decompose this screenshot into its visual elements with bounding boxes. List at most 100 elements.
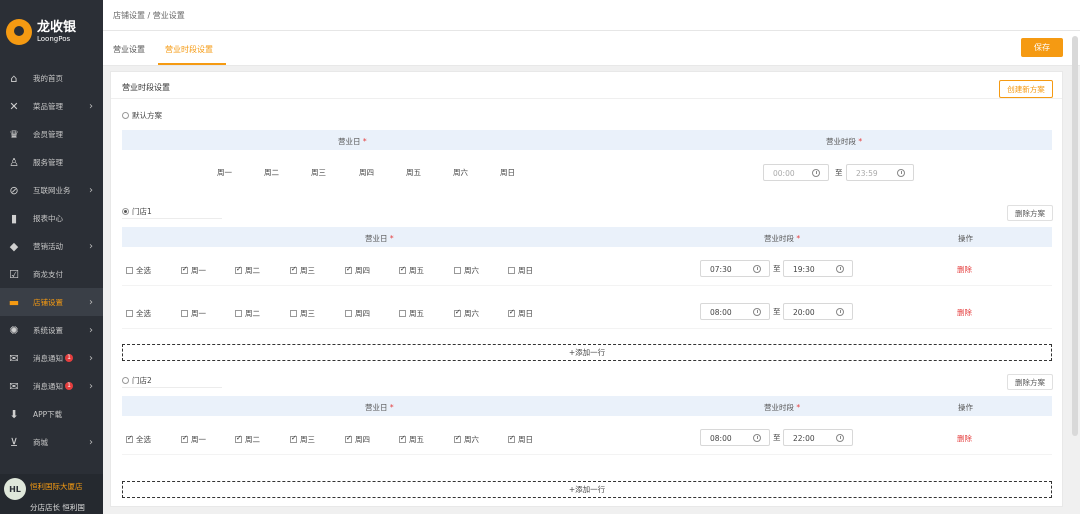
day-checkbox[interactable]: 周三 — [290, 265, 315, 276]
checkbox-icon — [235, 265, 242, 274]
clock-icon — [753, 308, 761, 316]
day-checkbox[interactable]: 周二 — [235, 308, 260, 319]
checkbox-icon — [399, 310, 406, 317]
plan-name-underline — [122, 387, 222, 388]
delete-plan-button[interactable]: 删除方案 — [1007, 205, 1053, 221]
sidebar: 龙收银 LoongPos ⌂ 我的首页 ✕ 菜品管理 › ♛ 会员管理 ♙ 服务管理 ⊘ 互联网业务… — [0, 0, 103, 514]
select-all-checkbox[interactable]: 全选 — [126, 434, 151, 445]
checkbox-icon — [290, 434, 297, 443]
add-row-button[interactable]: +添加一行 — [122, 344, 1052, 361]
plan-table-header: 营业日 * 营业时段 * 操作 — [122, 396, 1052, 416]
sidebar-item[interactable]: ✺ 系统设置 › — [0, 316, 103, 344]
day-checkbox[interactable]: 周三 — [290, 308, 315, 319]
delete-row-link[interactable]: 删除 — [957, 307, 972, 318]
sidebar-item[interactable]: ♙ 服务管理 — [0, 148, 103, 176]
delete-row-link[interactable]: 删除 — [957, 433, 972, 444]
day-checkbox[interactable]: 周三 — [290, 434, 315, 445]
scrollbar[interactable] — [1072, 36, 1078, 436]
store-name: 恒利国际大厦店 — [30, 482, 83, 491]
sidebar-item[interactable]: ▮ 报表中心 — [0, 204, 103, 232]
sidebar-item[interactable]: ✉ 消息通知 1 › — [0, 372, 103, 400]
day-checkbox[interactable]: 周六 — [454, 308, 479, 319]
default-end-time: 23:59 — [846, 164, 914, 181]
sidebar-item-label: 商城 — [33, 437, 48, 447]
day-checkbox[interactable]: 周四 — [345, 265, 370, 276]
sidebar-item[interactable]: ☑ 商龙支付 — [0, 260, 103, 288]
sidebar-item[interactable]: ⊘ 互联网业务 › — [0, 176, 103, 204]
select-all-checkbox[interactable]: 全选 — [126, 265, 151, 276]
delete-plan-button[interactable]: 删除方案 — [1007, 374, 1053, 390]
day-checkbox[interactable]: 周日 — [508, 265, 533, 276]
end-time-input[interactable]: 22:00 — [783, 429, 853, 446]
person-icon: ♙ — [9, 155, 19, 169]
checkbox-label: 周四 — [355, 309, 370, 318]
clock-icon — [836, 434, 844, 442]
day-checkbox[interactable]: 周五 — [399, 434, 424, 445]
end-time-value: 20:00 — [793, 308, 815, 317]
chevron-right-icon: › — [89, 184, 93, 196]
day-checkbox[interactable]: 周六 — [454, 434, 479, 445]
chevron-right-icon: › — [89, 296, 93, 308]
checkbox-label: 周日 — [518, 435, 533, 444]
save-button[interactable]: 保存 — [1021, 38, 1063, 57]
day-checkbox[interactable]: 周一 — [181, 308, 206, 319]
checkbox-icon — [290, 265, 297, 274]
day-checkbox[interactable]: 周四 — [345, 308, 370, 319]
tab-business-settings[interactable]: 营业设置 — [113, 44, 145, 55]
sidebar-item[interactable]: ◆ 营销活动 › — [0, 232, 103, 260]
checkbox-icon — [454, 267, 461, 274]
cart-icon: ⊻ — [9, 435, 19, 449]
checkbox-label: 周三 — [300, 435, 315, 444]
day-checkbox[interactable]: 周五 — [399, 308, 424, 319]
sidebar-item-label: 消息通知 — [33, 381, 63, 391]
sidebar-item[interactable]: ▬ 店铺设置 › — [0, 288, 103, 316]
day-checkbox[interactable]: 周一 — [181, 434, 206, 445]
start-time-value: 07:30 — [710, 265, 732, 274]
day-checkbox[interactable]: 周二 — [235, 434, 260, 445]
day-checkbox[interactable]: 周六 — [454, 265, 479, 276]
sidebar-item[interactable]: ⊻ 商城 › — [0, 428, 103, 456]
sidebar-item[interactable]: ♛ 会员管理 — [0, 120, 103, 148]
day-checkbox[interactable]: 周日 — [508, 434, 533, 445]
add-row-button[interactable]: +添加一行 — [122, 481, 1052, 498]
sidebar-item[interactable]: ✕ 菜品管理 › — [0, 92, 103, 120]
delete-row-link[interactable]: 删除 — [957, 264, 972, 275]
day-checkbox[interactable]: 周五 — [399, 265, 424, 276]
col-day: 营业日 * — [338, 137, 367, 146]
default-day-label: 周三 — [311, 168, 326, 177]
clock-icon — [836, 308, 844, 316]
gear-icon: ✺ — [9, 323, 19, 337]
checkbox-icon — [454, 434, 461, 443]
checkbox-icon — [290, 310, 297, 317]
plan-radio[interactable]: 门店2 — [122, 375, 152, 386]
day-checkbox[interactable]: 周四 — [345, 434, 370, 445]
default-plan-name: 默认方案 — [132, 111, 162, 120]
user-box[interactable]: HL 恒利国际大厦店 分店店长 恒利国 — [0, 474, 103, 514]
sidebar-item[interactable]: ⌂ 我的首页 — [0, 64, 103, 92]
avatar[interactable]: HL — [4, 478, 26, 500]
tag-icon: ◆ — [9, 239, 19, 253]
start-time-input[interactable]: 08:00 — [700, 303, 770, 320]
select-all-checkbox[interactable]: 全选 — [126, 308, 151, 319]
sidebar-item[interactable]: ✉ 消息通知 1 › — [0, 344, 103, 372]
crown-icon: ♛ — [9, 127, 19, 141]
checkbox-label: 全选 — [136, 266, 151, 275]
sidebar-item-label: APP下载 — [33, 409, 63, 419]
to-label: 至 — [773, 264, 781, 273]
start-time-input[interactable]: 08:00 — [700, 429, 770, 446]
create-plan-button[interactable]: 创建新方案 — [999, 80, 1053, 98]
day-checkbox[interactable]: 周日 — [508, 308, 533, 319]
default-plan-radio[interactable]: 默认方案 — [122, 110, 162, 121]
download-icon: ⬇ — [9, 407, 19, 421]
checkbox-icon — [399, 265, 406, 274]
checkbox-label: 周日 — [518, 309, 533, 318]
plan-radio[interactable]: 门店1 — [122, 206, 152, 217]
day-checkbox[interactable]: 周一 — [181, 265, 206, 276]
tab-business-hours[interactable]: 营业时段设置 — [165, 44, 213, 55]
sidebar-item[interactable]: ⬇ APP下载 — [0, 400, 103, 428]
start-time-input[interactable]: 07:30 — [700, 260, 770, 277]
end-time-input[interactable]: 19:30 — [783, 260, 853, 277]
day-checkbox[interactable]: 周二 — [235, 265, 260, 276]
radio-icon — [122, 208, 129, 215]
end-time-input[interactable]: 20:00 — [783, 303, 853, 320]
